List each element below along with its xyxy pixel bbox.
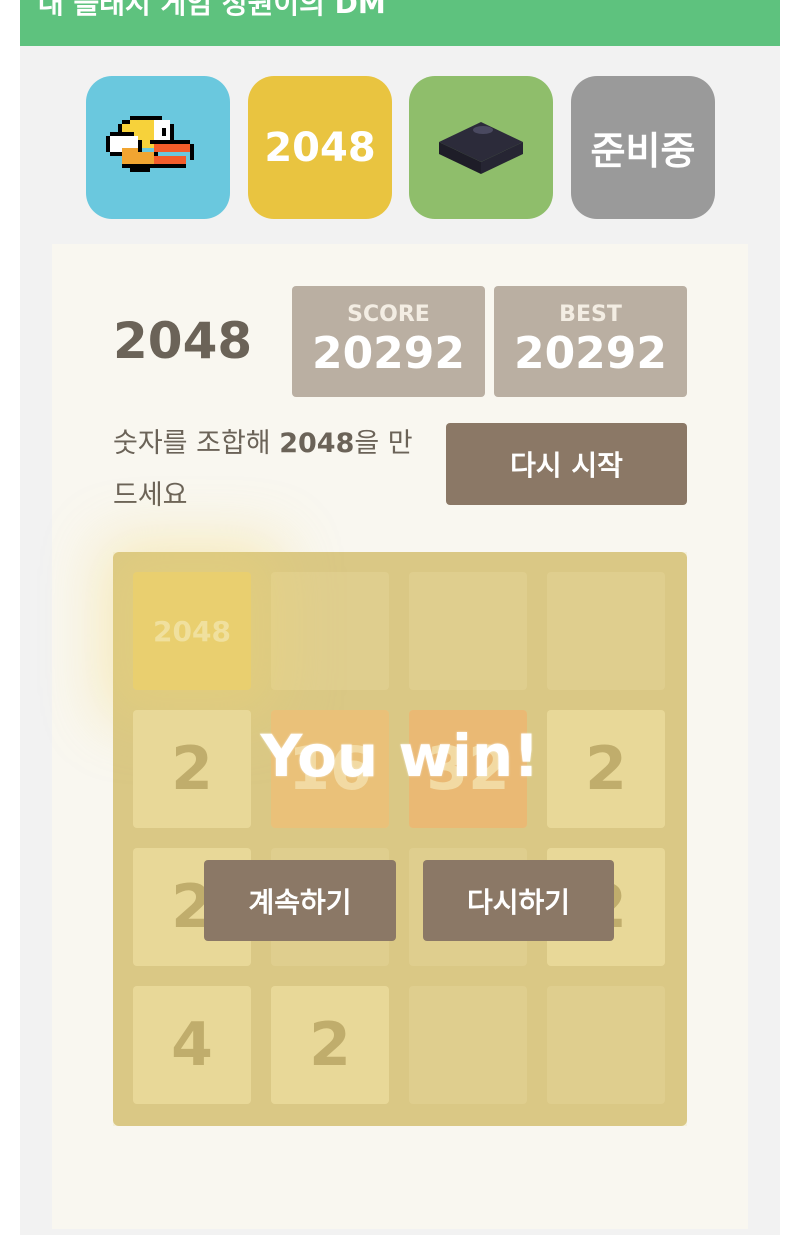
score-label: SCORE: [347, 302, 430, 327]
win-overlay: [113, 552, 687, 1126]
keep-going-button[interactable]: 계속하기: [204, 860, 396, 941]
best-value: 20292: [513, 328, 668, 379]
game-tile-coming-soon[interactable]: 준비중: [571, 76, 715, 219]
win-message: You win!: [260, 722, 540, 790]
best-label: BEST: [559, 302, 622, 327]
flappy-bird-icon: [106, 115, 194, 172]
top-banner[interactable]: 대 플래시 게임 정원이의 DM: [20, 0, 780, 46]
game-title: 2048: [113, 312, 253, 370]
intro-text-before: 숫자를 조합해: [113, 428, 280, 459]
game-tile-flappy-bird[interactable]: [86, 76, 230, 219]
score-box: SCORE 20292: [292, 286, 485, 397]
coming-soon-label: 준비중: [590, 129, 696, 173]
best-score-box: BEST 20292: [494, 286, 687, 397]
try-again-button[interactable]: 다시하기: [423, 860, 614, 941]
top-banner-text: 대 플래시 게임 정원이의 DM: [38, 0, 386, 20]
stack-block-icon: [439, 121, 523, 174]
intro-highlight: 2048: [279, 428, 355, 459]
game-tile-2048-label: 2048: [264, 124, 376, 171]
score-value: 20292: [311, 328, 466, 379]
game-tile-2048[interactable]: 2048: [248, 76, 392, 219]
game-tile-stack[interactable]: [409, 76, 553, 219]
game-intro: 숫자를 조합해 2048을 만드세요: [113, 418, 433, 522]
new-game-button[interactable]: 다시 시작: [446, 423, 687, 505]
